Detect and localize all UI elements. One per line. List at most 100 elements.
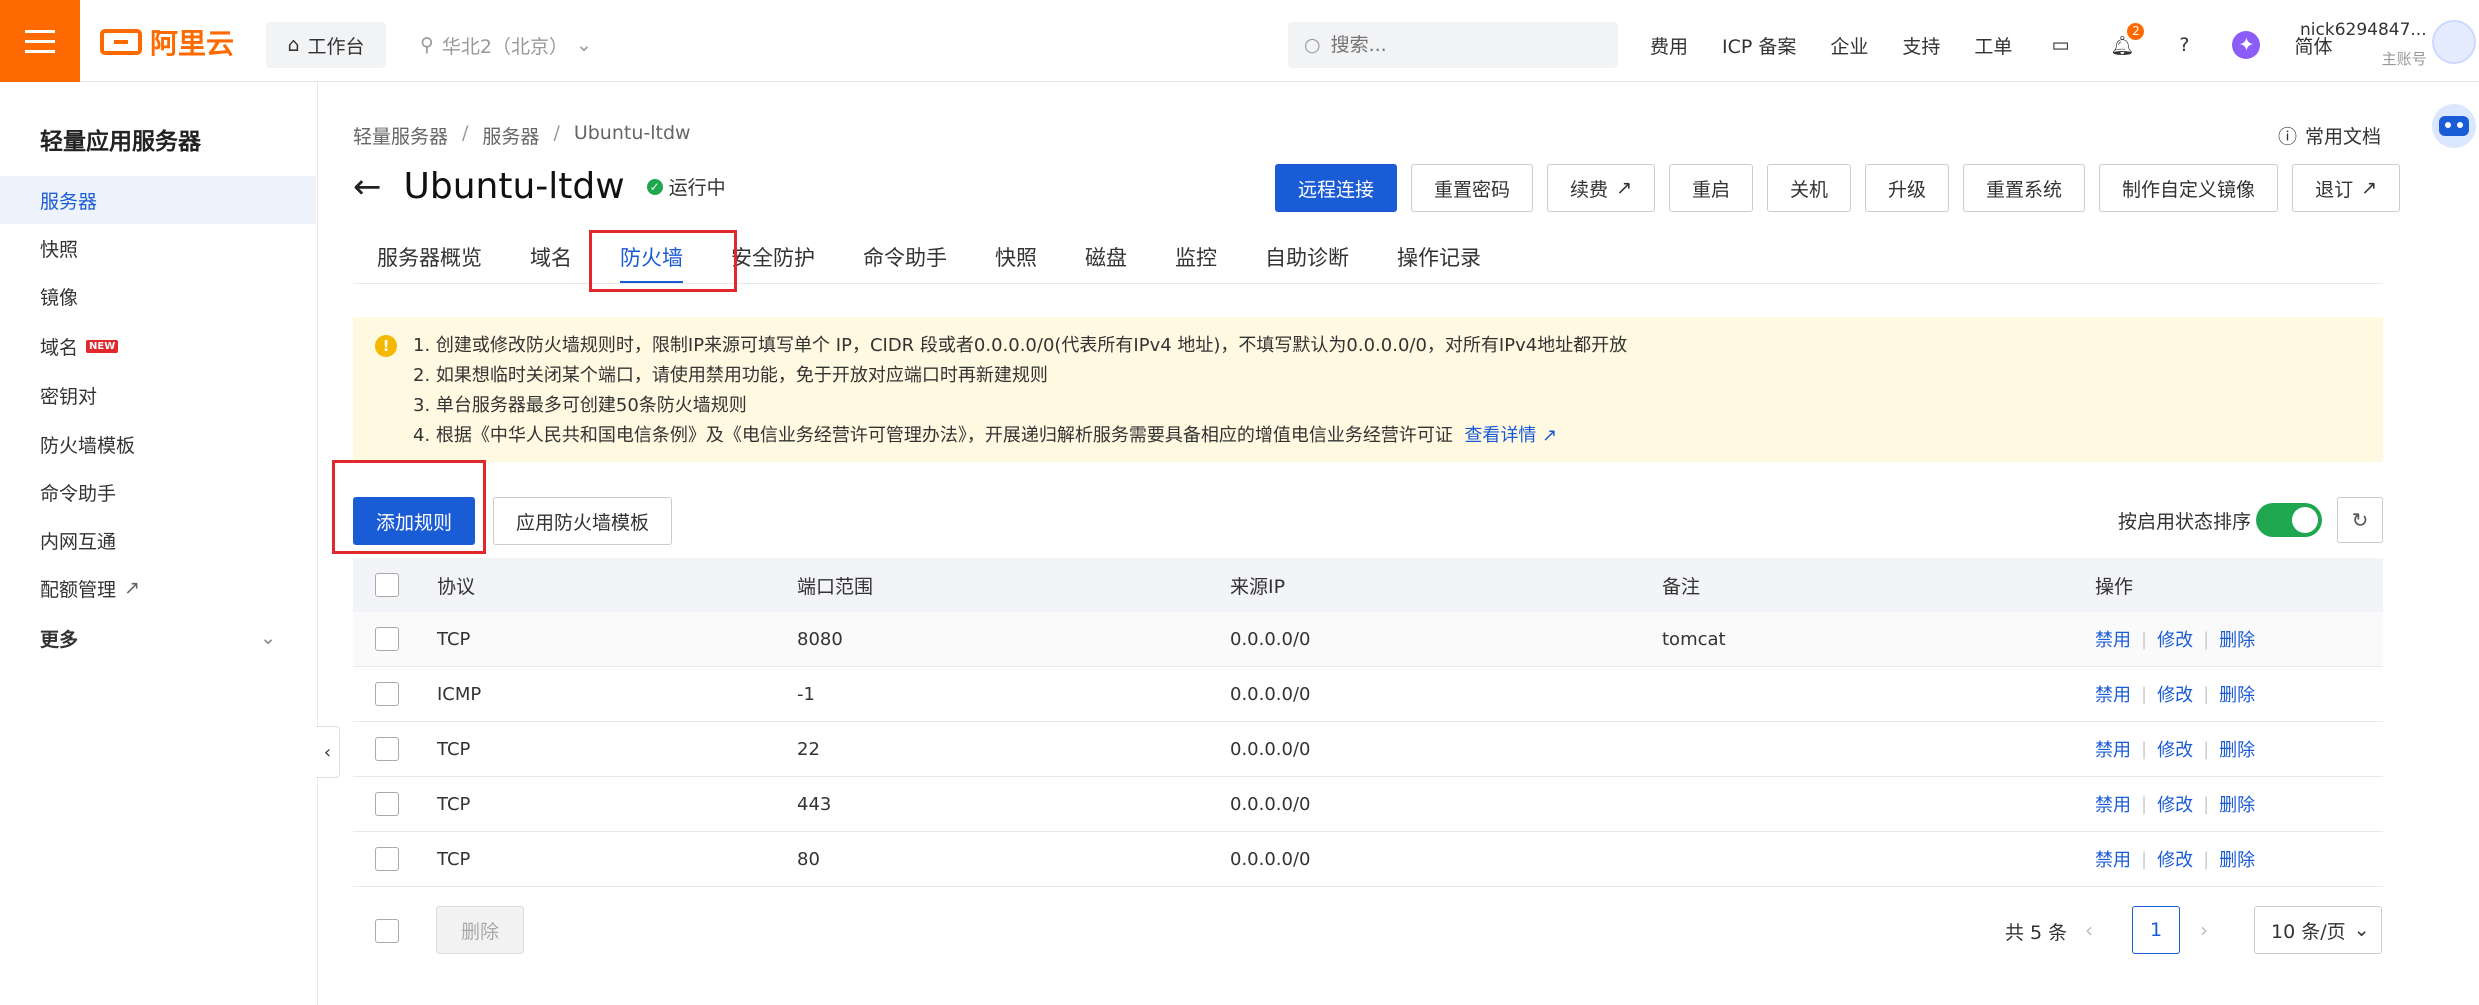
row-checkbox[interactable] [375,682,399,706]
breadcrumb-item[interactable]: 轻量服务器 [353,122,448,149]
ai-robot-icon[interactable] [2432,104,2476,148]
ai-assistant-icon[interactable]: ✦ [2232,31,2261,59]
nav-link-icp[interactable]: ICP 备案 [1722,32,1796,59]
tab-monitoring[interactable]: 监控 [1151,232,1241,282]
notice-line-text: 4. 根据《中华人民共和国电信条例》及《电信业务经营许可管理办法》，开展递归解析… [413,425,1453,446]
shutdown-button[interactable]: 关机 [1767,164,1852,212]
workbench-button[interactable]: ⌂ 工作台 [266,22,386,68]
refresh-icon[interactable]: ↻ [2337,497,2383,543]
disable-link[interactable]: 禁用 [2095,791,2131,817]
row-checkbox[interactable] [375,737,399,761]
delete-link[interactable]: 删除 [2219,846,2255,872]
cell-note: tomcat [1662,628,1726,650]
search-box[interactable]: ○ [1288,22,1618,68]
tab-domain[interactable]: 域名 [506,232,596,282]
chevron-left-icon[interactable]: ‹ [2085,918,2093,942]
notice-line: 1. 创建或修改防火墙规则时，限制IP来源可填写单个 IP，CIDR 段或者0.… [413,335,1628,356]
home-icon: ⌂ [287,34,300,56]
nav-link-enterprise[interactable]: 企业 [1830,32,1868,59]
delete-link[interactable]: 删除 [2219,791,2255,817]
sidebar-item-label: 防火墙模板 [40,434,136,457]
sidebar-item-domains[interactable]: 域名 NEW [0,322,316,370]
delete-link[interactable]: 删除 [2219,681,2255,707]
user-role: 主账号 [2381,50,2427,68]
edit-link[interactable]: 修改 [2157,681,2193,707]
create-custom-image-button[interactable]: 制作自定义镜像 [2099,164,2279,212]
select-all-checkbox[interactable] [375,573,399,597]
disable-link[interactable]: 禁用 [2095,626,2131,652]
reset-system-button[interactable]: 重置系统 [1963,164,2086,212]
disable-link[interactable]: 禁用 [2095,736,2131,762]
breadcrumb-item[interactable]: 服务器 [482,122,539,149]
user-account[interactable]: nick6294847... 主账号 [2300,20,2427,69]
firewall-rules-table: 协议 端口范围 来源IP 备注 操作 TCP 8080 0.0.0.0/0 to… [353,558,2383,887]
table-row: TCP 80 0.0.0.0/0 禁用 | 修改 | 删除 [353,832,2383,887]
upgrade-button[interactable]: 升级 [1865,164,1950,212]
nav-link-ticket[interactable]: 工单 [1974,32,2012,59]
sidebar-item-command-assistant[interactable]: 命令助手 [0,468,316,516]
sidebar-item-label: 快照 [40,238,79,261]
sidebar-item-firewall-templates[interactable]: 防火墙模板 [0,420,316,468]
cell-protocol: TCP [437,738,471,760]
sort-by-status-toggle[interactable] [2256,503,2322,537]
sidebar-item-more[interactable]: 更多 ⌄ [0,614,316,662]
apply-firewall-template-button[interactable]: 应用防火墙模板 [493,497,673,545]
reset-password-button[interactable]: 重置密码 [1411,164,1534,212]
external-link-icon: ↗ [124,577,140,599]
remote-connect-button[interactable]: 远程连接 [1275,164,1398,212]
delete-link[interactable]: 删除 [2219,736,2255,762]
help-icon[interactable]: ? [2170,31,2198,59]
row-checkbox[interactable] [375,847,399,871]
tab-overview[interactable]: 服务器概览 [353,232,506,282]
nav-link-support[interactable]: 支持 [1902,32,1940,59]
edit-link[interactable]: 修改 [2157,736,2193,762]
chevron-right-icon[interactable]: › [2200,918,2208,942]
aliyun-logo[interactable]: 阿里云 [100,26,234,60]
row-checkbox[interactable] [375,627,399,651]
table-row: TCP 22 0.0.0.0/0 禁用 | 修改 | 删除 [353,722,2383,777]
sidebar-item-intranet[interactable]: 内网互通 [0,516,316,564]
help-docs-link[interactable]: ⓘ 常用文档 [2278,122,2381,149]
chevron-down-icon: ⌄ [260,627,276,649]
page-size-select[interactable]: 10 条/页 ⌄ [2254,906,2382,954]
batch-delete-button[interactable]: 删除 [436,906,525,954]
tab-diagnosis[interactable]: 自助诊断 [1241,232,1373,282]
hamburger-menu-button[interactable] [0,0,80,82]
total-count: 共 5 条 [2005,922,2068,944]
sidebar-item-quota[interactable]: 配额管理 ↗ [0,564,316,612]
edit-link[interactable]: 修改 [2157,846,2193,872]
nav-link-fee[interactable]: 费用 [1650,32,1688,59]
page-size-label: 10 条/页 [2271,920,2346,943]
renew-button[interactable]: 续费 ↗ [1547,164,1655,212]
tab-snapshots[interactable]: 快照 [971,232,1061,282]
back-arrow-icon[interactable]: ← [353,167,382,207]
sidebar-title: 轻量应用服务器 [40,129,201,155]
search-input[interactable] [1330,34,1591,56]
sidebar-item-servers[interactable]: 服务器 [0,176,316,224]
disable-link[interactable]: 禁用 [2095,681,2131,707]
edit-link[interactable]: 修改 [2157,791,2193,817]
disable-link[interactable]: 禁用 [2095,846,2131,872]
breadcrumb: 轻量服务器 / 服务器 / Ubuntu-ltdw [353,122,691,149]
sidebar-item-images[interactable]: 镜像 [0,272,316,320]
view-details-link[interactable]: 查看详情 [1464,425,1536,446]
firewall-notice: ! 1. 创建或修改防火墙规则时，限制IP来源可填写单个 IP，CIDR 段或者… [353,317,2383,462]
sidebar-item-snapshots[interactable]: 快照 [0,224,316,272]
edit-link[interactable]: 修改 [2157,626,2193,652]
row-checkbox[interactable] [375,792,399,816]
footer-select-all-checkbox[interactable] [375,919,399,943]
tab-command-assistant[interactable]: 命令助手 [839,232,971,282]
restart-button[interactable]: 重启 [1668,164,1753,212]
bell-icon[interactable]: 🔔︎ 2 [2108,23,2145,59]
row-actions: 禁用 | 修改 | 删除 [2095,681,2255,707]
region-selector[interactable]: ⚲ 华北2（北京） ⌄ [420,22,592,68]
page-number-button[interactable]: 1 [2132,906,2180,954]
sidebar-item-keypairs[interactable]: 密钥对 [0,371,316,419]
unsubscribe-button[interactable]: 退订 ↗ [2292,164,2400,212]
delete-link[interactable]: 删除 [2219,626,2255,652]
tab-operation-log[interactable]: 操作记录 [1373,232,1505,282]
avatar[interactable] [2432,20,2476,64]
workbench-label: 工作台 [307,35,365,58]
terminal-icon[interactable]: ▭ [2046,31,2074,59]
tab-disks[interactable]: 磁盘 [1061,232,1151,282]
